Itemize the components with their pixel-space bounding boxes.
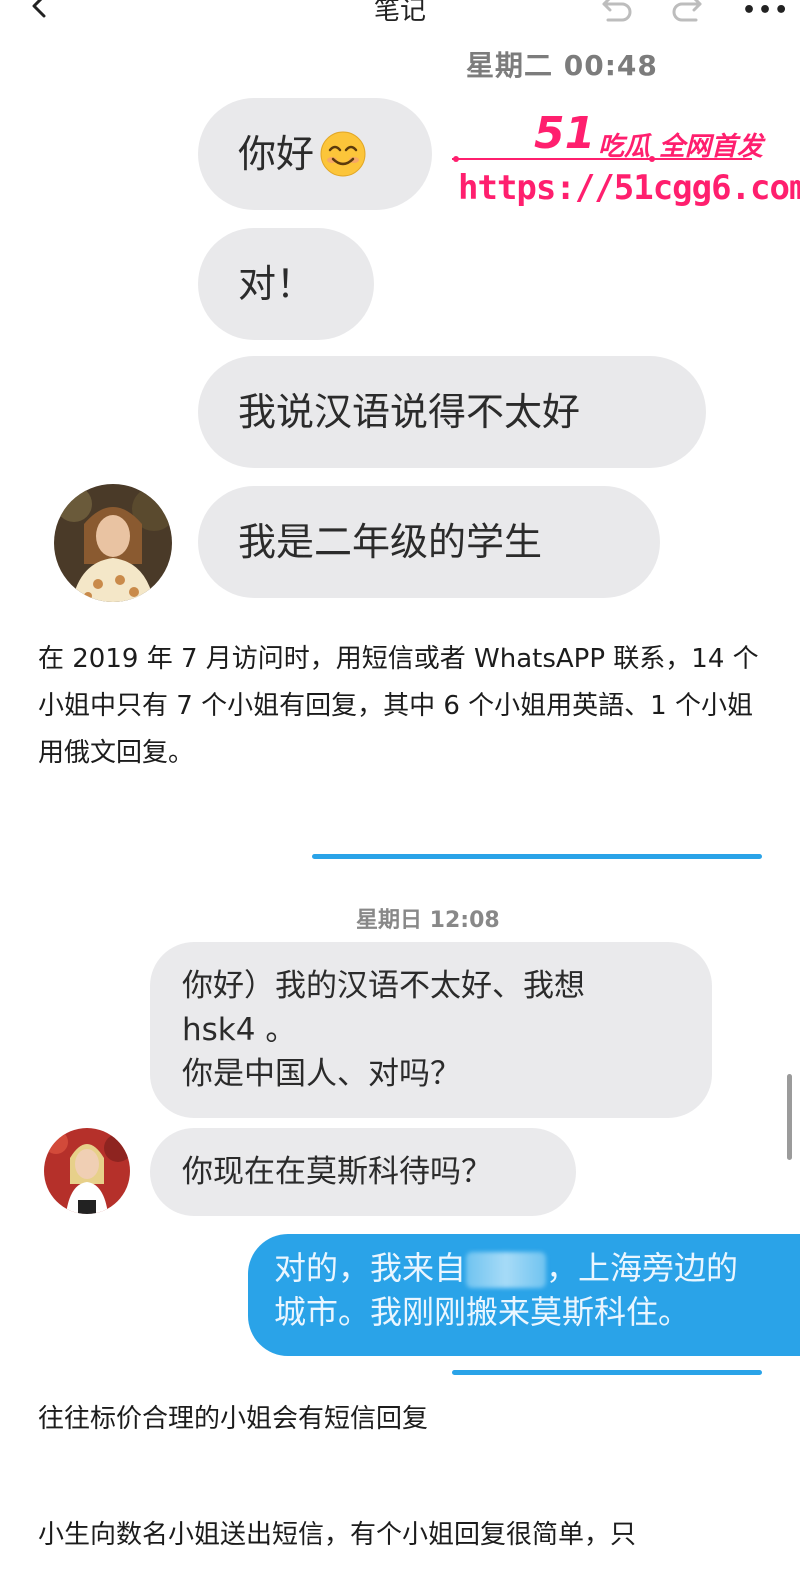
avatar — [54, 484, 172, 602]
article-paragraph: 往往标价合理的小姐会有短信回复 — [38, 1404, 429, 1434]
back-arrow-icon[interactable] — [22, 0, 62, 32]
redo-icon[interactable] — [668, 0, 708, 24]
message-text: 我是二年级的学生 — [238, 520, 543, 564]
message-text: 对的，我来自 — [274, 1249, 467, 1287]
message-bubble: 我是二年级的学生 — [198, 486, 660, 598]
more-options-icon[interactable]: ••• — [742, 0, 788, 23]
message-text: 我说汉语说得不太好 — [238, 390, 581, 434]
divider-line — [452, 1370, 762, 1375]
message-bubble: 你好 — [198, 98, 432, 210]
message-text: 对！ — [238, 262, 315, 306]
undo-icon[interactable] — [596, 0, 636, 24]
message-text: ，上海旁边的 — [546, 1249, 739, 1287]
smiling-face-emoji-icon — [320, 131, 366, 177]
watermark-url: https://51cgg6.com — [458, 168, 800, 208]
message-text: 你好 — [238, 132, 315, 176]
message-bubble: 对！ — [198, 228, 374, 340]
scrollbar[interactable] — [787, 1074, 792, 1160]
chat-timestamp: 星期二 00:48 — [466, 49, 658, 82]
message-text: 你现在在莫斯科待吗？ — [182, 1154, 492, 1190]
page-title: 笔记 — [373, 0, 426, 26]
message-bubble: 我说汉语说得不太好 — [198, 356, 706, 468]
divider-line — [312, 854, 762, 859]
message-text: 城市。我刚刚搬来莫斯科住。 — [274, 1293, 691, 1331]
message-text-line: 你好）我的汉语不太好、我想 — [182, 968, 585, 1004]
watermark-decor-line — [452, 156, 752, 162]
message-text-line: 你是中国人、对吗？ — [182, 1056, 461, 1092]
outgoing-message-bubble: 对的，我来自 ，上海旁边的 城市。我刚刚搬来莫斯科住。 — [248, 1234, 800, 1356]
watermark-number: 51 — [534, 108, 596, 159]
message-bubble: 你好）我的汉语不太好、我想 hsk4 。 你是中国人、对吗？ — [150, 942, 712, 1118]
article-paragraph: 在 2019 年 7 月访问时，用短信或者 WhatsAPP 联系，14 个小姐… — [38, 644, 759, 768]
chat-timestamp: 星期日 12:08 — [356, 908, 500, 933]
watermark: 51 吃瓜 全网首发 https://51cgg6.com — [452, 104, 800, 214]
message-text-line: hsk4 。 — [182, 1012, 297, 1048]
article-paragraph: 小生向数名小姐送出短信，有个小姐回复很简单，只 — [38, 1520, 637, 1550]
message-bubble: 你现在在莫斯科待吗？ — [150, 1128, 576, 1216]
top-bar: 笔记 ••• — [0, 0, 800, 30]
avatar — [44, 1128, 130, 1214]
redacted-blur — [466, 1252, 547, 1288]
